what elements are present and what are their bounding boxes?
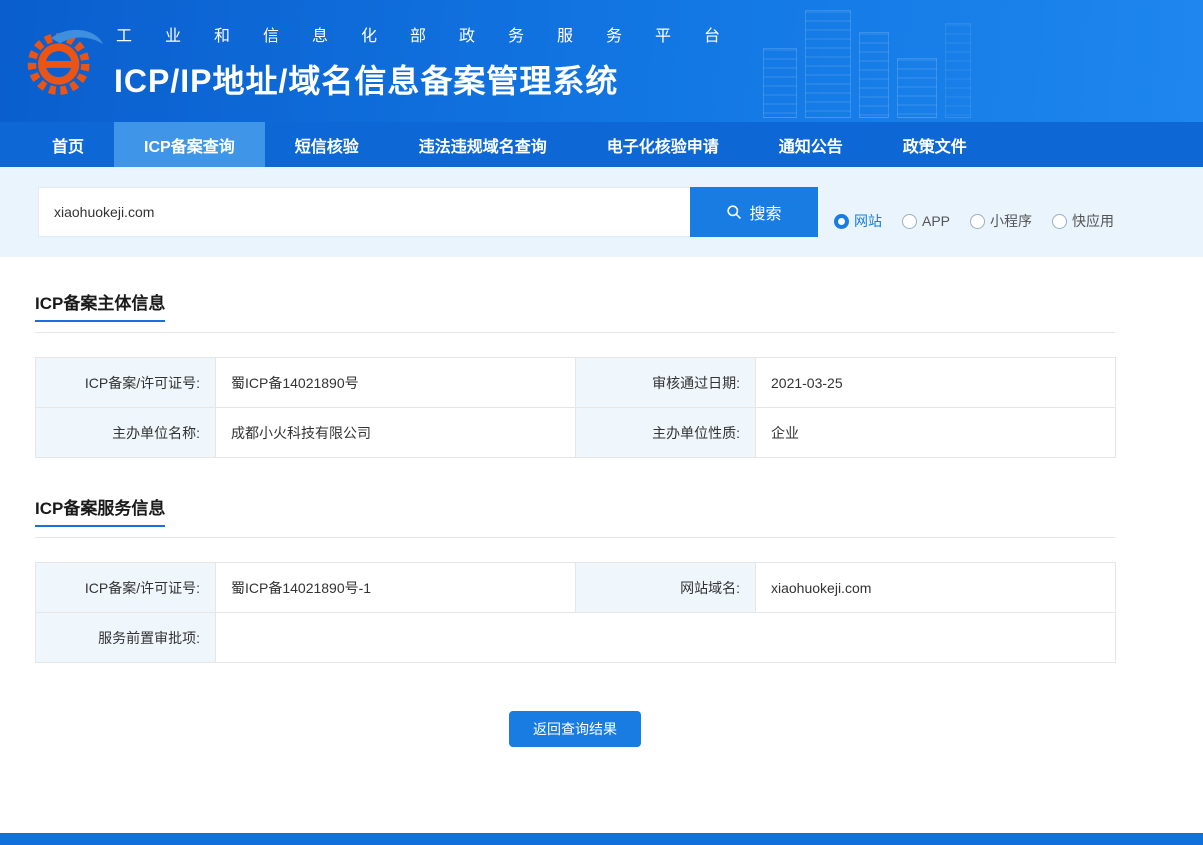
radio-label: 网站 [854, 211, 882, 231]
nav-item-illegal-domain-query[interactable]: 违法违规域名查询 [389, 122, 577, 167]
field-value: 2021-03-25 [756, 358, 1116, 408]
subject-section-title: ICP备案主体信息 [35, 289, 165, 322]
search-section: 搜索 网站 APP 小程序 快应用 [0, 167, 1203, 257]
platform-title: 工业和信息化部政务服务平台 [116, 22, 753, 46]
field-label: 主办单位性质: [576, 408, 756, 458]
radio-app[interactable]: APP [902, 211, 950, 231]
nav-item-icp-query[interactable]: ICP备案查询 [114, 122, 265, 167]
field-value [216, 613, 1116, 663]
radio-label: 快应用 [1072, 211, 1114, 231]
radio-dot-icon [1052, 214, 1067, 229]
radio-miniprogram[interactable]: 小程序 [970, 211, 1032, 231]
search-icon [726, 204, 742, 220]
field-label: ICP备案/许可证号: [36, 358, 216, 408]
nav-item-sms-verify[interactable]: 短信核验 [265, 122, 389, 167]
subject-info-table: ICP备案/许可证号: 蜀ICP备14021890号 审核通过日期: 2021-… [35, 357, 1116, 458]
search-button-label: 搜索 [749, 200, 781, 224]
footer-bar [0, 833, 1203, 845]
table-row: ICP备案/许可证号: 蜀ICP备14021890号-1 网站域名: xiaoh… [36, 563, 1116, 613]
field-value: 蜀ICP备14021890号 [216, 358, 576, 408]
page-header: 工业和信息化部政务服务平台 ICP/IP地址/域名信息备案管理系统 [0, 0, 1203, 122]
miit-gear-logo-icon [22, 19, 106, 103]
nav-item-e-verification-apply[interactable]: 电子化核验申请 [577, 122, 749, 167]
table-row: 主办单位名称: 成都小火科技有限公司 主办单位性质: 企业 [36, 408, 1116, 458]
field-value: 成都小火科技有限公司 [216, 408, 576, 458]
radio-website[interactable]: 网站 [834, 211, 882, 231]
field-label: 主办单位名称: [36, 408, 216, 458]
back-to-results-button[interactable]: 返回查询结果 [509, 711, 641, 747]
table-row: ICP备案/许可证号: 蜀ICP备14021890号 审核通过日期: 2021-… [36, 358, 1116, 408]
service-info-table: ICP备案/许可证号: 蜀ICP备14021890号-1 网站域名: xiaoh… [35, 562, 1116, 663]
field-label: 审核通过日期: [576, 358, 756, 408]
main-content: ICP备案主体信息 ICP备案/许可证号: 蜀ICP备14021890号 审核通… [35, 289, 1115, 747]
field-value: 企业 [756, 408, 1116, 458]
radio-label: APP [922, 213, 950, 229]
radio-quickapp[interactable]: 快应用 [1052, 211, 1114, 231]
radio-dot-icon [970, 214, 985, 229]
main-nav: 首页 ICP备案查询 短信核验 违法违规域名查询 电子化核验申请 通知公告 政策… [0, 122, 1203, 167]
service-section-head: ICP备案服务信息 [35, 494, 1115, 538]
field-label: ICP备案/许可证号: [36, 563, 216, 613]
radio-label: 小程序 [990, 211, 1032, 231]
field-value: xiaohuokeji.com [756, 563, 1116, 613]
system-title: ICP/IP地址/域名信息备案管理系统 [114, 56, 753, 102]
radio-dot-icon [902, 214, 917, 229]
nav-item-policy-files[interactable]: 政策文件 [873, 122, 997, 167]
city-skyline-decoration [763, 6, 1093, 118]
service-section-title: ICP备案服务信息 [35, 494, 165, 527]
radio-dot-icon [834, 214, 849, 229]
field-label: 服务前置审批项: [36, 613, 216, 663]
field-label: 网站域名: [576, 563, 756, 613]
search-input[interactable] [38, 187, 690, 237]
subject-section-head: ICP备案主体信息 [35, 289, 1115, 333]
search-type-group: 网站 APP 小程序 快应用 [834, 211, 1114, 231]
field-value: 蜀ICP备14021890号-1 [216, 563, 576, 613]
table-row: 服务前置审批项: [36, 613, 1116, 663]
nav-item-home[interactable]: 首页 [22, 122, 114, 167]
search-button[interactable]: 搜索 [690, 187, 818, 237]
nav-item-notices[interactable]: 通知公告 [749, 122, 873, 167]
